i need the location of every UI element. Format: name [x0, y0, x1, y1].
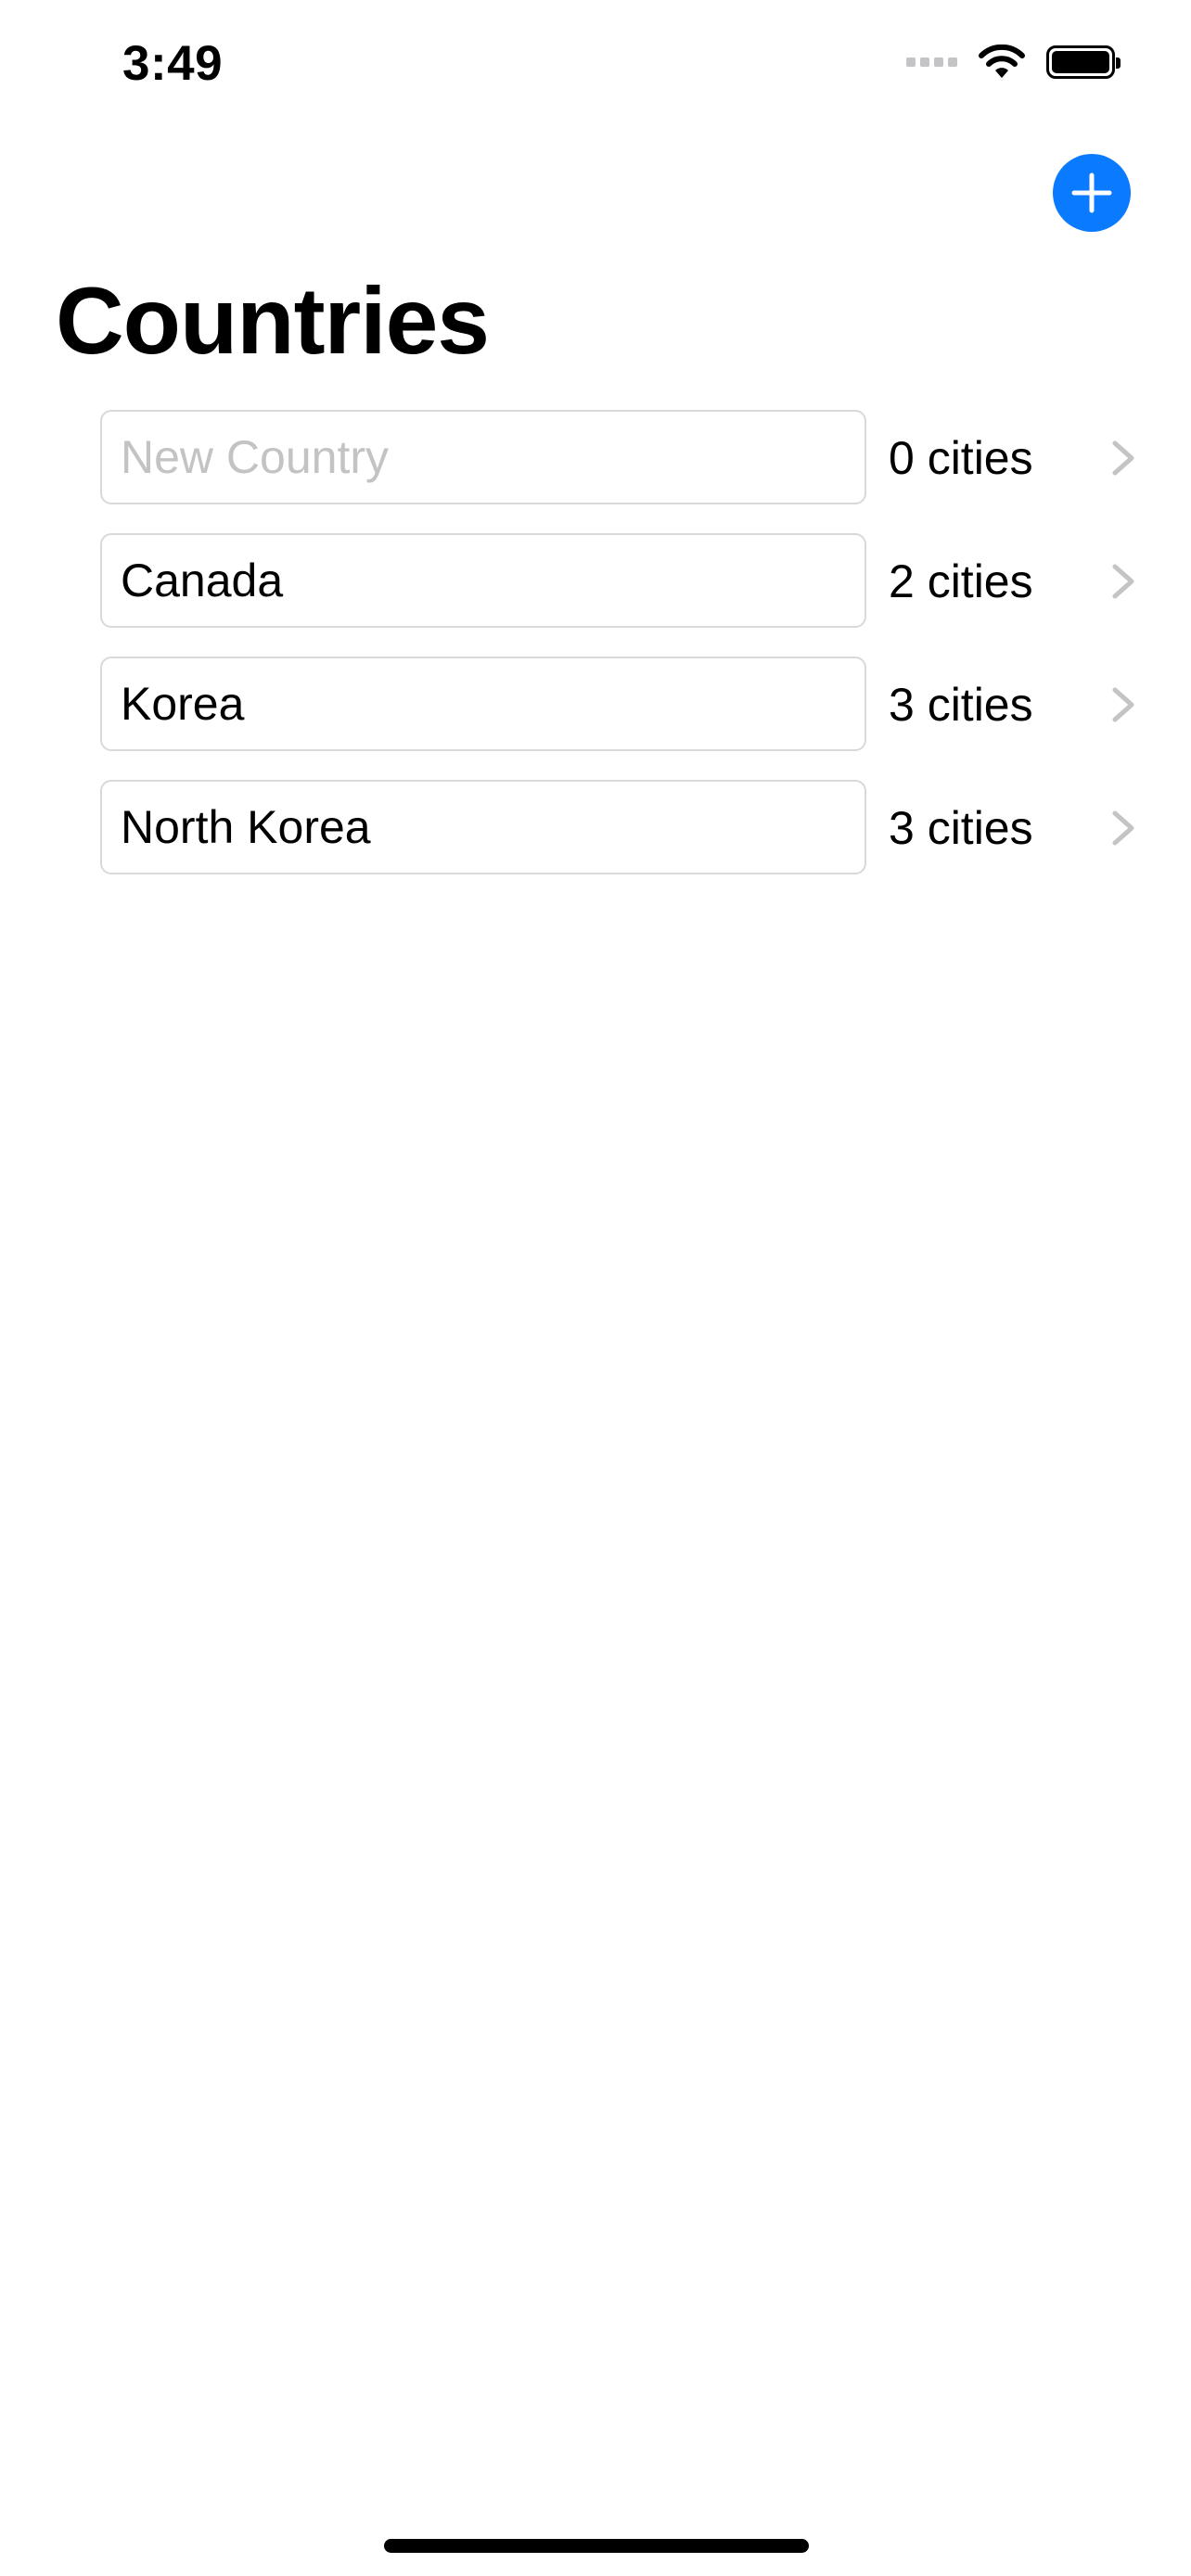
chevron-right-icon[interactable]: [1109, 561, 1137, 602]
country-name-input[interactable]: [100, 533, 866, 628]
country-row-korea[interactable]: 3 cities: [0, 657, 1191, 753]
country-row-north-korea[interactable]: 3 cities: [0, 780, 1191, 876]
status-time: 3:49: [122, 36, 224, 91]
cellular-signal-icon: [906, 57, 957, 67]
wifi-icon: [979, 45, 1025, 78]
page-title: Countries: [56, 268, 490, 374]
country-row-canada[interactable]: 2 cities: [0, 533, 1191, 630]
battery-icon: [1046, 45, 1121, 79]
chevron-right-icon[interactable]: [1109, 684, 1137, 725]
city-count: 3 cities: [889, 679, 1033, 731]
chevron-right-icon[interactable]: [1109, 438, 1137, 478]
home-indicator[interactable]: [384, 2539, 809, 2553]
country-row-new[interactable]: 0 cities: [0, 410, 1191, 506]
plus-icon: [1071, 172, 1112, 213]
country-name-input[interactable]: [100, 780, 866, 874]
city-count: 0 cities: [889, 432, 1033, 484]
country-name-input[interactable]: [100, 657, 866, 751]
chevron-right-icon[interactable]: [1109, 808, 1137, 848]
city-count: 2 cities: [889, 555, 1033, 607]
status-bar: 3:49: [0, 0, 1191, 139]
status-icons: [906, 45, 1121, 80]
add-country-button[interactable]: [1053, 154, 1131, 232]
new-country-input[interactable]: [100, 410, 866, 504]
city-count: 3 cities: [889, 802, 1033, 854]
